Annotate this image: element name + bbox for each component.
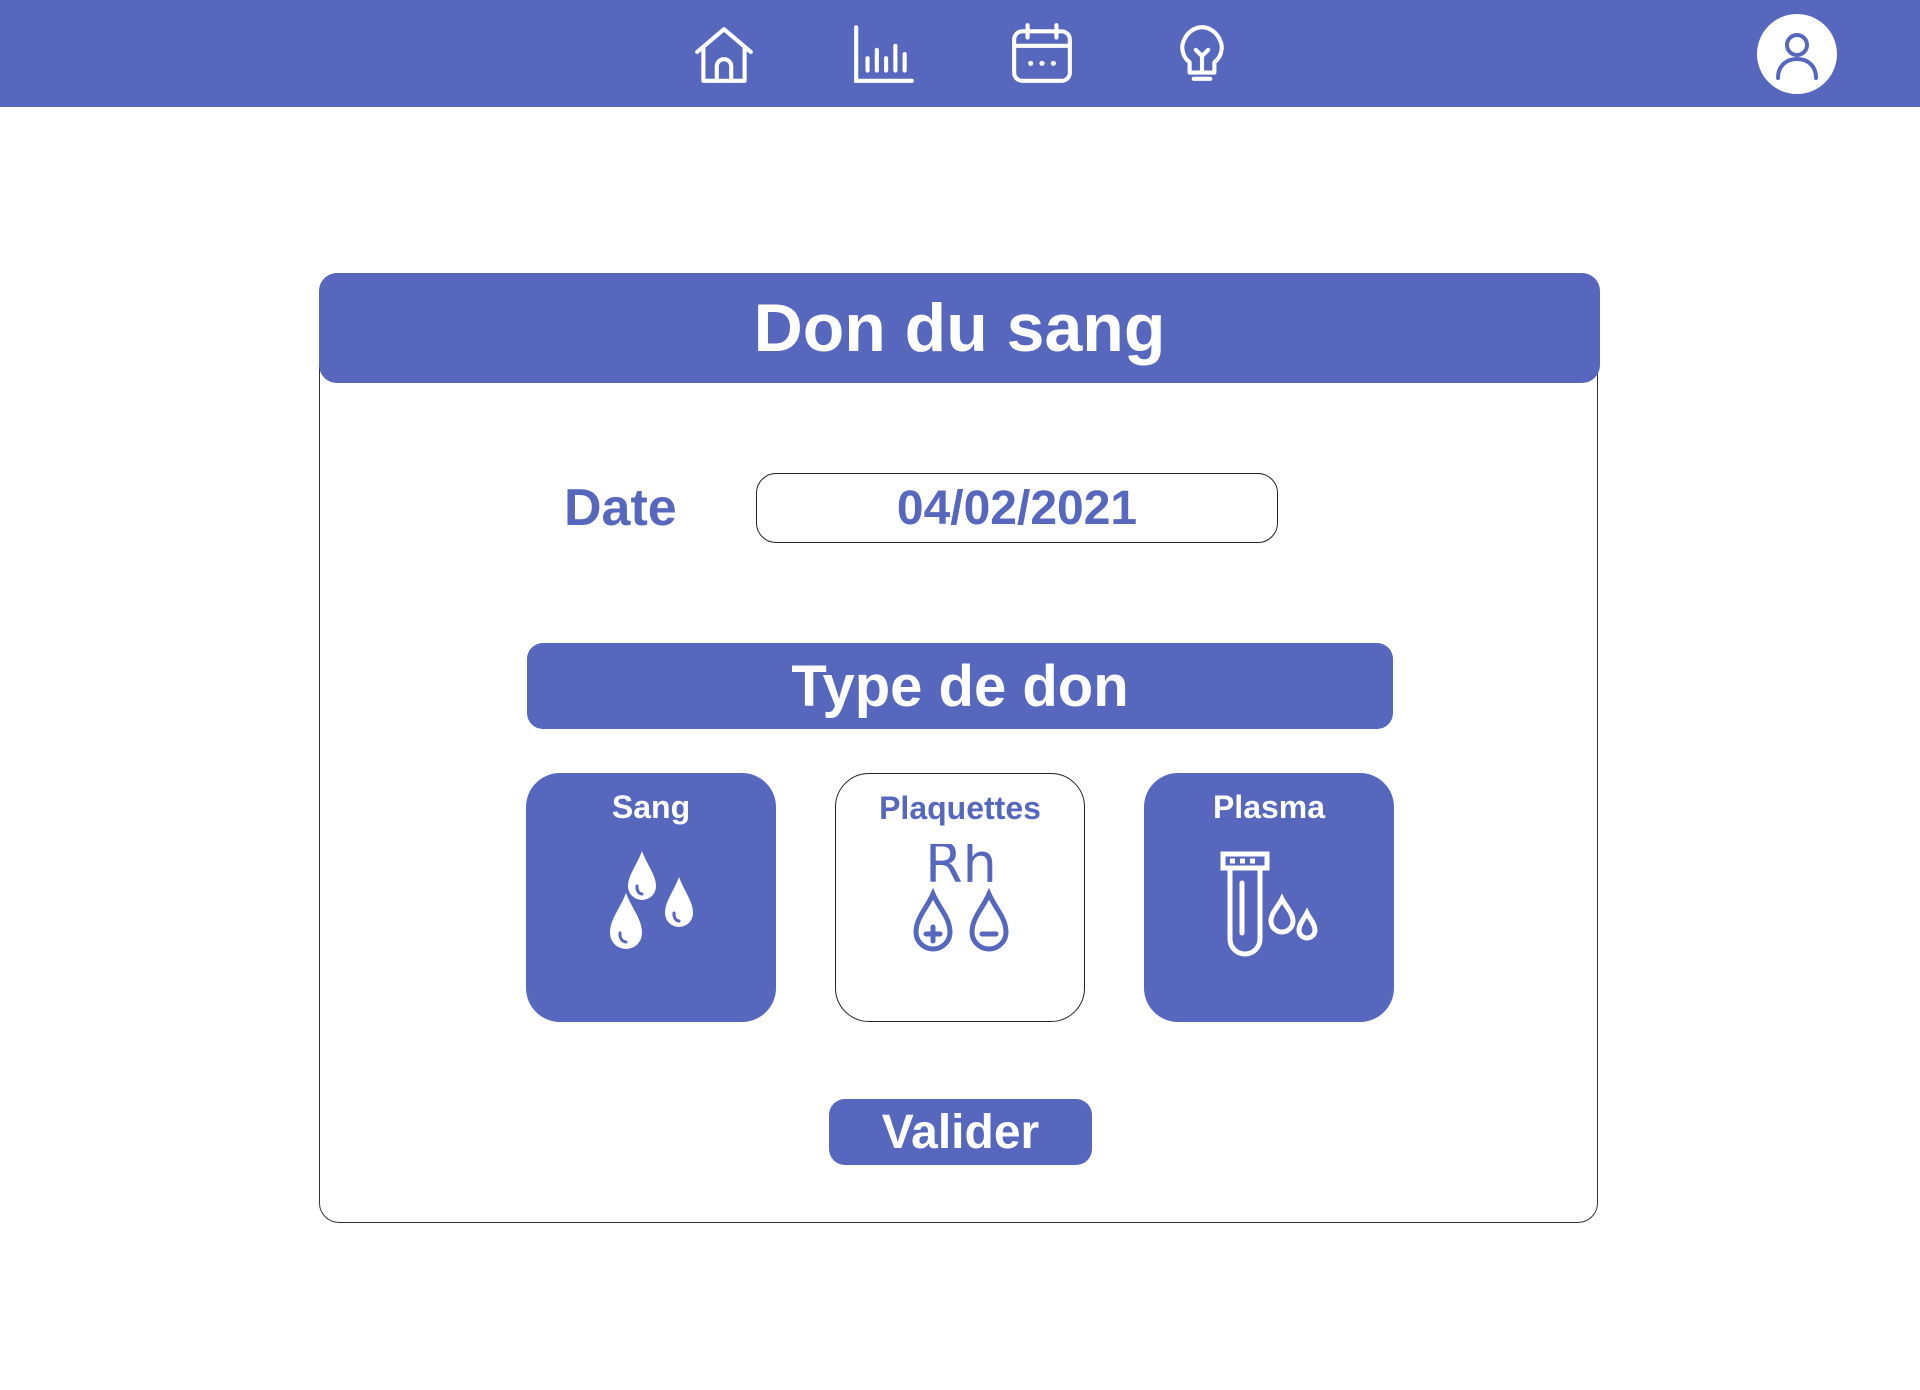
option-sang-label: Sang <box>611 789 691 825</box>
option-plasma-label: Plasma <box>1212 789 1326 825</box>
user-icon <box>1776 33 1818 80</box>
option-sang[interactable]: Sang <box>526 773 776 1022</box>
form-title: Don du sang <box>319 273 1600 383</box>
top-nav-bar <box>0 0 1920 107</box>
blood-drops-icon <box>610 851 693 949</box>
option-plaquettes[interactable]: Plaquettes Rh <box>835 773 1085 1022</box>
profile-button[interactable] <box>1757 14 1837 94</box>
lightbulb-icon[interactable] <box>1166 18 1238 90</box>
validate-button[interactable]: Valider <box>829 1099 1092 1165</box>
home-icon[interactable] <box>688 18 760 90</box>
date-label: Date <box>564 479 677 537</box>
chart-icon[interactable] <box>847 18 919 90</box>
option-plasma[interactable]: Plasma <box>1144 773 1394 1022</box>
calendar-icon[interactable] <box>1006 18 1078 90</box>
test-tube-icon <box>1220 851 1318 957</box>
date-field[interactable]: 04/02/2021 <box>756 473 1278 543</box>
donation-form-card <box>319 273 1598 1223</box>
donation-type-header: Type de don <box>527 643 1393 729</box>
rh-text: Rh <box>925 844 997 895</box>
option-plaquettes-label: Plaquettes <box>879 790 1041 826</box>
rh-factor-icon: Rh <box>913 844 1009 952</box>
